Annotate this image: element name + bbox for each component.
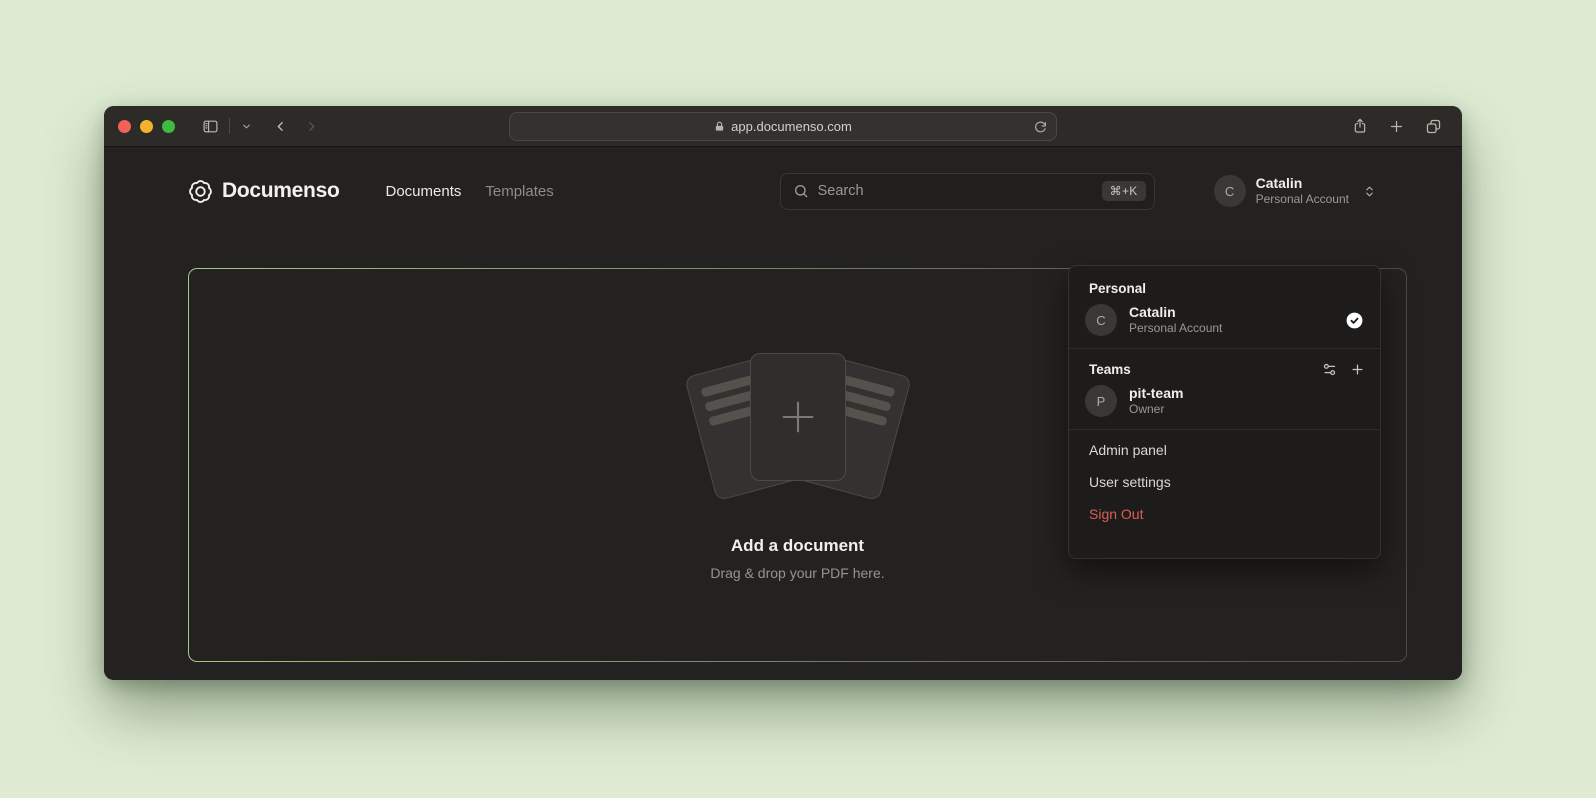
share-icon[interactable] bbox=[1352, 117, 1368, 135]
sidebar-toggle-icon[interactable] bbox=[201, 118, 220, 135]
forward-button[interactable] bbox=[305, 118, 318, 135]
window-controls bbox=[118, 120, 175, 133]
url-text: app.documenso.com bbox=[731, 119, 852, 134]
manage-teams-icon[interactable] bbox=[1322, 362, 1337, 377]
personal-account-item[interactable]: C Catalin Personal Account bbox=[1069, 298, 1380, 344]
account-name: Catalin bbox=[1256, 175, 1349, 192]
team-avatar: P bbox=[1085, 385, 1117, 417]
brand[interactable]: Documenso bbox=[188, 179, 340, 204]
search-icon bbox=[793, 183, 809, 199]
back-button[interactable] bbox=[274, 118, 287, 135]
new-tab-icon[interactable] bbox=[1389, 119, 1404, 134]
zoom-window-button[interactable] bbox=[162, 120, 175, 133]
team-name: pit-team bbox=[1129, 385, 1183, 402]
menu-item-admin-panel[interactable]: Admin panel bbox=[1069, 434, 1380, 466]
personal-account-avatar: C bbox=[1085, 304, 1117, 336]
team-item[interactable]: P pit-team Owner bbox=[1069, 379, 1380, 425]
account-subtitle: Personal Account bbox=[1256, 192, 1349, 207]
menu-item-user-settings[interactable]: User settings bbox=[1069, 466, 1380, 498]
minimize-window-button[interactable] bbox=[140, 120, 153, 133]
account-menu-button[interactable]: C Catalin Personal Account bbox=[1214, 175, 1376, 207]
personal-account-subtitle: Personal Account bbox=[1129, 321, 1222, 336]
tab-group-chevron-icon[interactable] bbox=[241, 121, 252, 132]
teams-section-header: Teams bbox=[1069, 353, 1380, 379]
menu-divider bbox=[1069, 429, 1380, 430]
nav-templates[interactable]: Templates bbox=[485, 183, 553, 200]
app-header: Documenso Documents Templates ⌘+K C Cata… bbox=[104, 147, 1462, 235]
browser-toolbar: app.documenso.com bbox=[104, 106, 1462, 147]
chevrons-up-down-icon bbox=[1363, 184, 1376, 199]
dropzone-subtitle: Drag & drop your PDF here. bbox=[189, 565, 1406, 581]
team-text: pit-team Owner bbox=[1129, 385, 1183, 417]
document-stack-illustration bbox=[693, 353, 903, 503]
nav-documents[interactable]: Documents bbox=[386, 183, 462, 200]
close-window-button[interactable] bbox=[118, 120, 131, 133]
tab-overview-icon[interactable] bbox=[1425, 118, 1442, 135]
lock-icon bbox=[714, 120, 725, 133]
main-navigation: Documents Templates bbox=[386, 183, 554, 200]
reload-icon[interactable] bbox=[1034, 120, 1047, 134]
documenso-logo-icon bbox=[188, 179, 213, 204]
documenso-app: Documenso Documents Templates ⌘+K C Cata… bbox=[104, 147, 1462, 679]
user-avatar: C bbox=[1214, 175, 1246, 207]
search-bar[interactable]: ⌘+K bbox=[780, 173, 1155, 210]
address-bar[interactable]: app.documenso.com bbox=[509, 112, 1057, 141]
personal-account-text: Catalin Personal Account bbox=[1129, 304, 1222, 336]
brand-name: Documenso bbox=[222, 179, 340, 203]
personal-account-name: Catalin bbox=[1129, 304, 1222, 321]
menu-divider bbox=[1069, 348, 1380, 349]
account-dropdown-menu: Personal C Catalin Personal Account Team… bbox=[1068, 265, 1381, 559]
create-team-plus-icon[interactable] bbox=[1350, 362, 1365, 377]
search-shortcut-badge: ⌘+K bbox=[1102, 181, 1146, 201]
toolbar-divider bbox=[229, 118, 230, 134]
add-document-plus-icon bbox=[775, 394, 821, 440]
browser-window: app.documenso.com bbox=[104, 106, 1462, 680]
personal-section-label: Personal bbox=[1069, 272, 1380, 298]
document-card-front bbox=[750, 353, 846, 481]
team-role: Owner bbox=[1129, 402, 1183, 417]
selected-check-icon bbox=[1345, 311, 1364, 330]
teams-section-label: Teams bbox=[1089, 362, 1131, 377]
account-button-text: Catalin Personal Account bbox=[1256, 175, 1349, 207]
search-input[interactable] bbox=[818, 183, 1102, 199]
menu-item-sign-out[interactable]: Sign Out bbox=[1069, 498, 1380, 530]
